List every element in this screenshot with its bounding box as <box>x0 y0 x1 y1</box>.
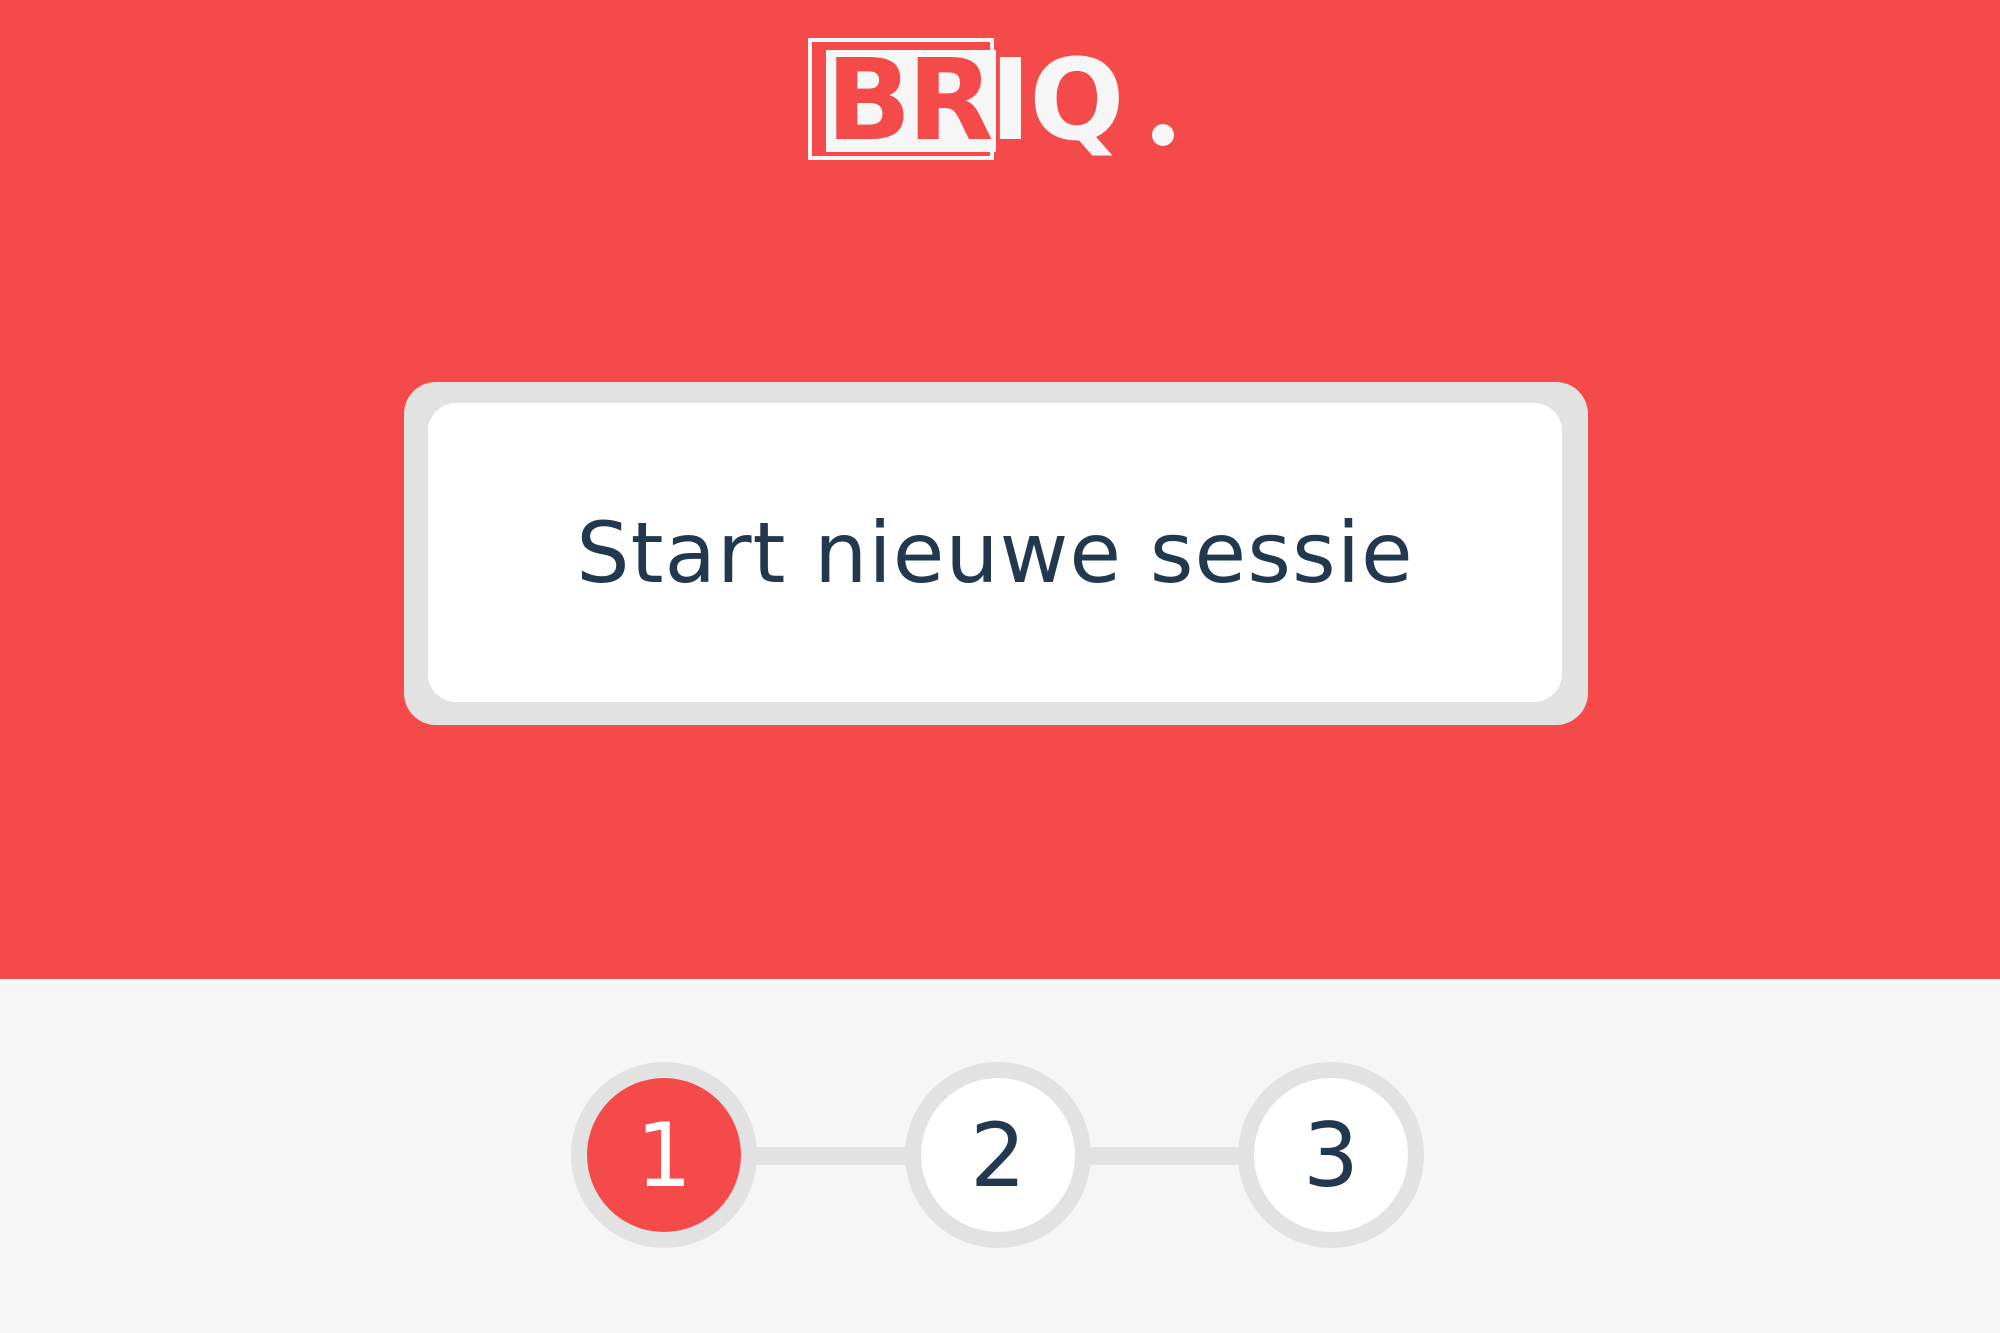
stepper-connector-2-3 <box>1074 1147 1260 1165</box>
header-area: BRIQ Start nieuwe sessie <box>0 0 2000 979</box>
briq-logo: BRIQ <box>806 36 1186 166</box>
step-2[interactable]: 2 <box>905 1062 1091 1248</box>
start-session-label: Start nieuwe sessie <box>576 503 1414 602</box>
start-session-button[interactable]: Start nieuwe sessie <box>404 382 1588 725</box>
stepper-connector-1-2 <box>740 1147 926 1165</box>
logo-dot <box>1152 124 1174 146</box>
logo-lettering: BRIQ <box>826 36 1124 166</box>
step-3-number: 3 <box>1254 1078 1408 1232</box>
step-1[interactable]: 1 <box>571 1062 757 1248</box>
start-session-button-face[interactable]: Start nieuwe sessie <box>428 403 1562 702</box>
step-2-number: 2 <box>921 1078 1075 1232</box>
step-1-number: 1 <box>587 1078 741 1232</box>
step-3[interactable]: 3 <box>1238 1062 1424 1248</box>
